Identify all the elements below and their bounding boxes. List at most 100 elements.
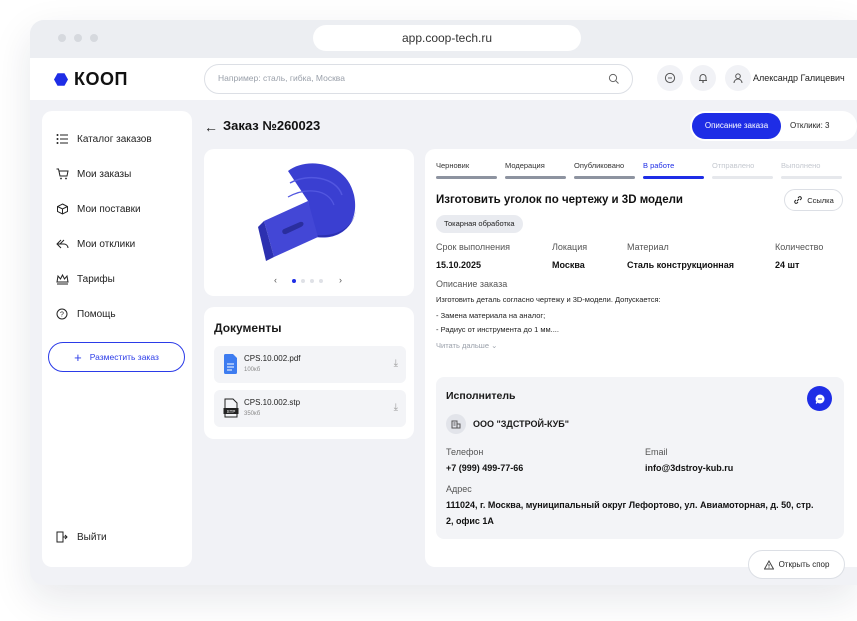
plus-icon: + [74, 349, 82, 365]
warning-icon [763, 559, 774, 569]
quantity-value: 24 шт [775, 260, 800, 270]
svg-text:STP: STP [227, 409, 236, 414]
sidebar-item-label: Мои поставки [77, 203, 141, 215]
status-bar-completed [781, 176, 842, 179]
sidebar-item-label: Мои отклики [77, 238, 136, 250]
copy-link-label: Ссылка [807, 195, 834, 205]
status-bar-draft [436, 176, 497, 179]
status-step-draft: Черновик [436, 161, 470, 170]
status-bar-in-progress [643, 176, 704, 179]
carousel-dot[interactable] [301, 279, 305, 283]
reply-icon [56, 239, 69, 249]
documents-card: Документы CPS.10.002.pdf 100кб ⤓ STP CPS… [204, 307, 414, 439]
logo[interactable]: КООП [54, 69, 128, 90]
copy-link-button[interactable]: Ссылка [784, 189, 843, 211]
link-icon [794, 196, 803, 204]
crown-icon [56, 273, 69, 285]
svg-text:?: ? [60, 312, 64, 319]
status-bar-published [574, 176, 635, 179]
chat-with-executor-button[interactable] [807, 386, 832, 411]
box-icon [57, 203, 68, 215]
company-name: ООО "ЗДСТРОЙ-КУБ" [473, 419, 569, 429]
address-bar[interactable]: app.coop-tech.ru [313, 25, 581, 51]
executor-title: Исполнитель [446, 390, 516, 402]
status-step-published: Опубликовано [574, 161, 625, 170]
material-value: Сталь конструкционная [627, 260, 734, 270]
logo-hexagon-icon [54, 73, 68, 86]
chevron-left-icon[interactable]: ‹ [274, 275, 277, 285]
phone-label: Телефон [446, 447, 484, 457]
carousel-dot[interactable] [319, 279, 323, 283]
quantity-label: Количество [775, 242, 824, 252]
stp-file-icon: STP [223, 398, 239, 418]
browser-titlebar: app.coop-tech.ru [30, 20, 857, 58]
sidebar-item-my-orders[interactable]: Мои заказы [56, 168, 131, 180]
logout-button[interactable]: Выйти [56, 531, 107, 543]
status-step-completed: Выполнено [781, 161, 821, 170]
list-icon [56, 134, 68, 144]
page-title: Заказ №260023 [223, 118, 321, 133]
sidebar-item-help[interactable]: ? Помощь [56, 308, 116, 320]
download-icon[interactable]: ⤓ [394, 402, 398, 413]
read-more-link[interactable]: Читать дальше ⌄ [436, 341, 497, 350]
bell-icon[interactable] [690, 65, 716, 91]
description-line: - Замена материала на аналог; [436, 311, 546, 320]
sidebar-item-my-supplies[interactable]: Мои поставки [56, 203, 141, 215]
address-label: Адрес [446, 484, 472, 494]
address-line: 2, офис 1А [446, 516, 494, 526]
tab-responses[interactable]: Отклики: 3 [790, 111, 857, 141]
pdf-file-icon [224, 354, 237, 374]
help-icon: ? [56, 308, 68, 320]
part-3d-model-image[interactable] [204, 149, 414, 269]
building-icon [446, 414, 466, 434]
status-bar-moderation [505, 176, 566, 179]
sidebar: Каталог заказов Мои заказы Мои поставки … [42, 111, 192, 567]
chevron-right-icon[interactable]: › [339, 275, 342, 285]
file-name: CPS.10.002.pdf [244, 354, 301, 363]
window-minimize-dot[interactable] [74, 34, 82, 42]
sidebar-item-my-responses[interactable]: Мои отклики [56, 238, 135, 250]
task-title: Изготовить уголок по чертежу и 3D модели [436, 194, 683, 206]
sidebar-item-label: Помощь [77, 308, 116, 320]
deadline-label: Срок выполнения [436, 242, 510, 252]
user-avatar-icon[interactable] [725, 65, 751, 91]
user-name[interactable]: Александр Галицевич [753, 73, 845, 83]
search-placeholder: Например: сталь, гибка, Москва [218, 73, 345, 83]
phone-value[interactable]: +7 (999) 499-77-66 [446, 463, 523, 473]
description-line: - Радиус от инструмента до 1 мм.... [436, 325, 559, 334]
executor-card: Исполнитель ООО "ЗДСТРОЙ-КУБ" Телефон +7… [436, 377, 844, 539]
open-dispute-button[interactable]: Открыть спор [748, 550, 845, 579]
place-order-label: Разместить заказ [89, 352, 159, 362]
file-size: 100кб [244, 367, 261, 373]
email-value[interactable]: info@3dstroy-kub.ru [645, 463, 733, 473]
carousel-dot[interactable] [310, 279, 314, 283]
deadline-value: 15.10.2025 [436, 260, 482, 270]
sidebar-item-tariffs[interactable]: Тарифы [56, 273, 115, 285]
sidebar-item-catalog[interactable]: Каталог заказов [56, 133, 152, 145]
message-icon [815, 394, 824, 404]
back-arrow-icon[interactable]: ← [204, 119, 218, 135]
logout-label: Выйти [77, 531, 107, 543]
order-details-card: Черновик Модерация Опубликовано В работе… [425, 149, 857, 579]
chat-icon[interactable] [657, 65, 683, 91]
status-bar-sent [712, 176, 773, 179]
order-view-toggle: Описание заказа Отклики: 3 [690, 111, 857, 141]
file-name: CPS.10.002.stp [244, 398, 301, 407]
search-field[interactable]: Например: сталь, гибка, Москва [204, 64, 633, 94]
tab-order-description[interactable]: Описание заказа [692, 113, 781, 139]
carousel-dot-active[interactable] [292, 279, 296, 283]
category-tag: Токарная обработка [436, 215, 523, 233]
window-maximize-dot[interactable] [90, 34, 98, 42]
window-close-dot[interactable] [58, 34, 66, 42]
cart-icon [56, 168, 69, 180]
image-carousel-controls: ‹ › [274, 275, 344, 287]
model-preview-card: ‹ › [204, 149, 414, 296]
file-item-stp[interactable]: STP CPS.10.002.stp 350кб ⤓ [214, 390, 406, 427]
location-label: Локация [552, 242, 588, 252]
download-icon[interactable]: ⤓ [394, 358, 398, 369]
material-label: Материал [627, 242, 669, 252]
logout-icon [56, 531, 68, 543]
place-order-button[interactable]: + Разместить заказ [48, 342, 185, 372]
search-icon[interactable] [608, 73, 620, 85]
file-item-pdf[interactable]: CPS.10.002.pdf 100кб ⤓ [214, 346, 406, 383]
